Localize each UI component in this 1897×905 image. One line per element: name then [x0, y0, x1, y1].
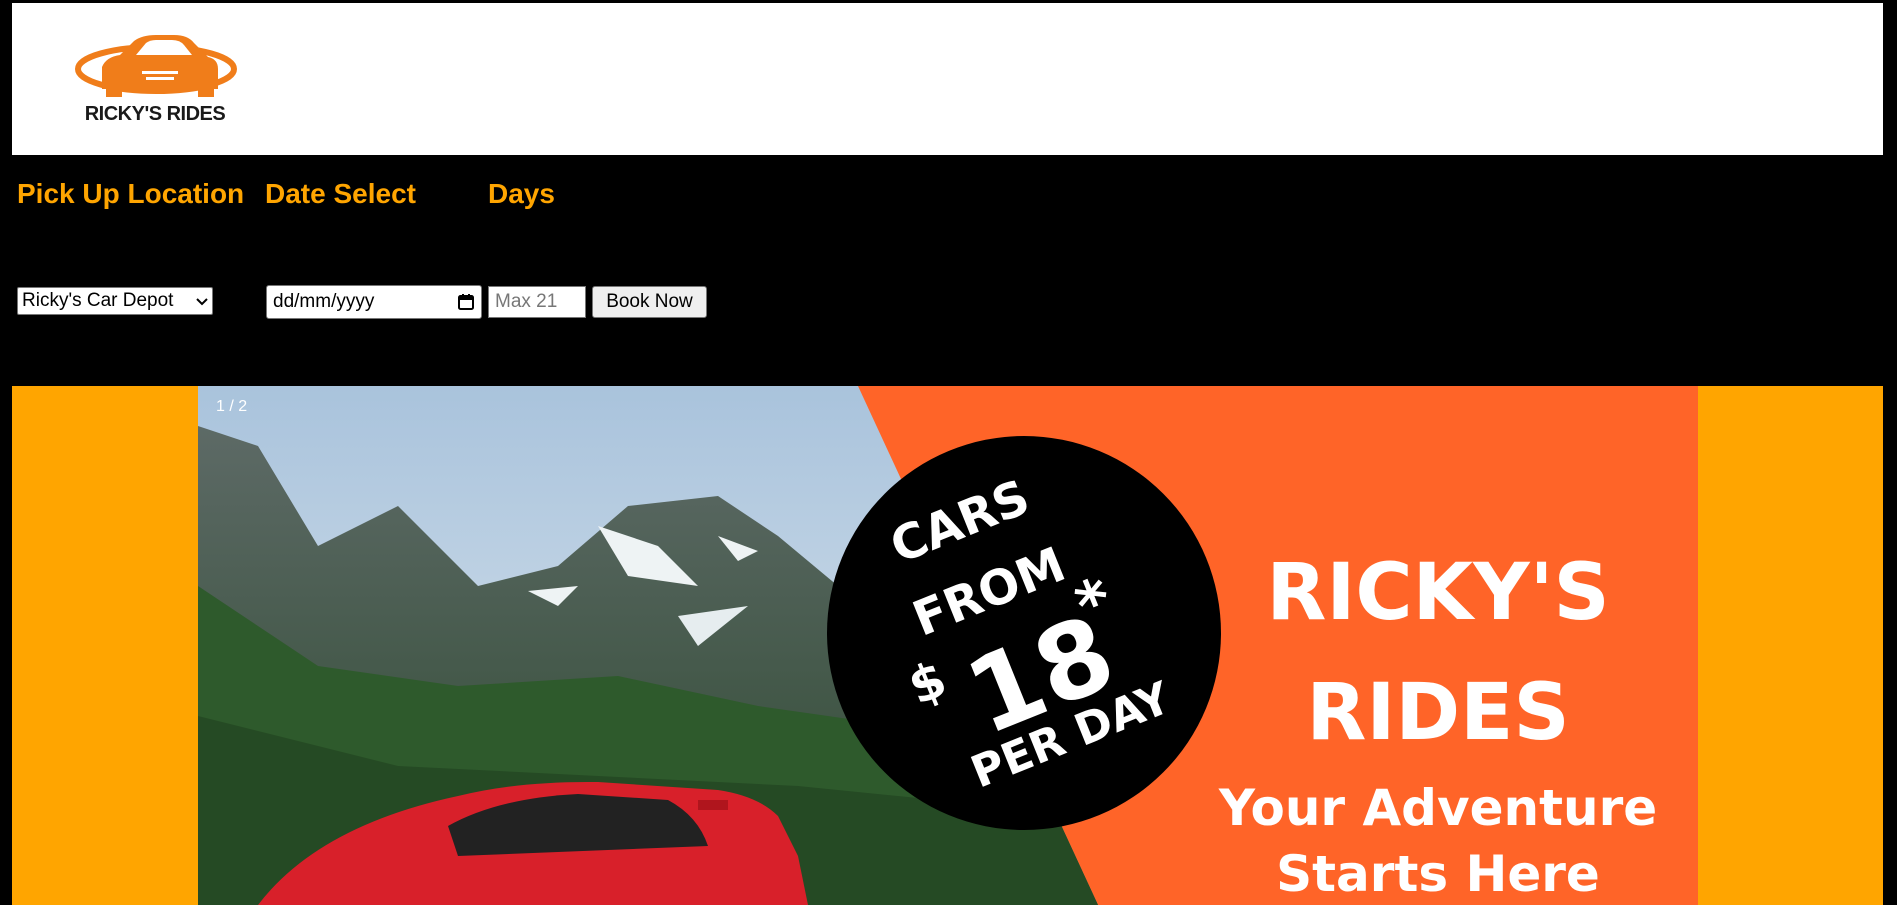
logo-wordmark: RICKY'S RIDES: [84, 103, 226, 125]
page: RICKY'S RIDES Pick Up Location Date Sele…: [0, 0, 1897, 905]
days-label: Days: [488, 178, 555, 209]
date-select-label: Date Select: [265, 178, 416, 209]
pickup-location-select[interactable]: Ricky's Car Depot: [17, 287, 213, 315]
site-header: RICKY'S RIDES: [12, 3, 1883, 155]
calendar-icon[interactable]: [457, 293, 475, 311]
hero-slide[interactable]: 1 / 2 CARS FROM $ 18 * PER DAY RICKY'S R…: [198, 386, 1698, 905]
date-input[interactable]: dd/mm/yyyy: [266, 285, 482, 319]
slide-counter: 1 / 2: [216, 398, 248, 415]
hero-banner: 1 / 2 CARS FROM $ 18 * PER DAY RICKY'S R…: [12, 386, 1883, 905]
days-input-placeholder: Max 21: [495, 291, 558, 312]
hero-tagline-line1: Your Adventure: [1218, 779, 1658, 837]
days-input[interactable]: Max 21: [488, 286, 586, 318]
book-now-button[interactable]: Book Now: [592, 286, 707, 318]
hero-title-line1: RICKY'S: [1266, 548, 1610, 638]
pickup-location-label: Pick Up Location: [17, 178, 245, 209]
chevron-down-icon: [196, 294, 208, 309]
date-input-value: dd/mm/yyyy: [273, 291, 375, 312]
hero-tagline-line2: Starts Here: [1276, 845, 1600, 903]
hero-title-line2: RIDES: [1306, 668, 1570, 758]
pickup-location-value: Ricky's Car Depot: [22, 290, 174, 311]
